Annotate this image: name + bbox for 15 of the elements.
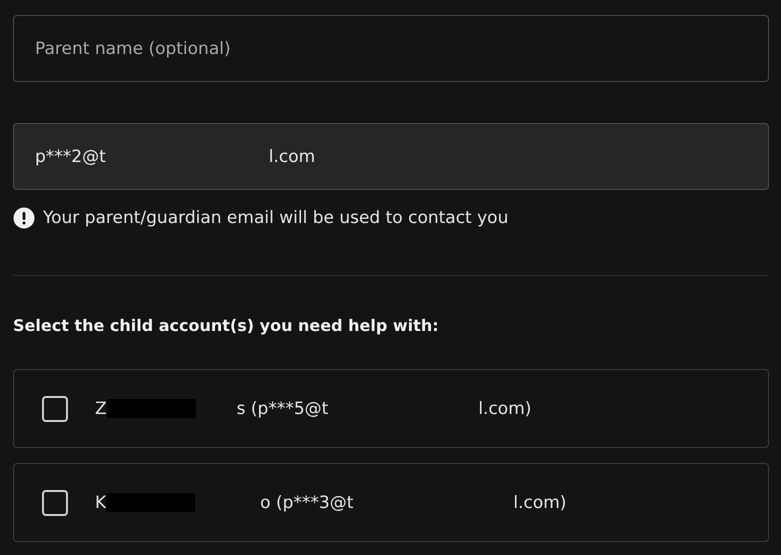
account-option[interactable]: K o (p***3@t l.com)	[13, 463, 769, 542]
account-email: l.com)	[478, 398, 532, 418]
account-email: l.com)	[513, 492, 566, 512]
parent-name-field[interactable]: Parent name (optional)	[13, 15, 769, 82]
checkbox[interactable]	[42, 490, 68, 516]
account-name: K	[95, 492, 106, 512]
note-text: Your parent/guardian email will be used to contact you	[43, 208, 508, 228]
parent-email-field[interactable]: p***2@t l.com	[13, 123, 769, 190]
checkbox[interactable]	[42, 396, 68, 422]
account-name: s (p***5@t	[236, 398, 328, 418]
account-name: Z	[95, 398, 107, 418]
section-heading: Select the child account(s) you need help with:	[13, 316, 440, 335]
account-name: o (p***3@t	[260, 492, 354, 512]
account-option[interactable]: Z s (p***5@t l.com)	[13, 369, 769, 448]
info-icon	[13, 207, 35, 229]
